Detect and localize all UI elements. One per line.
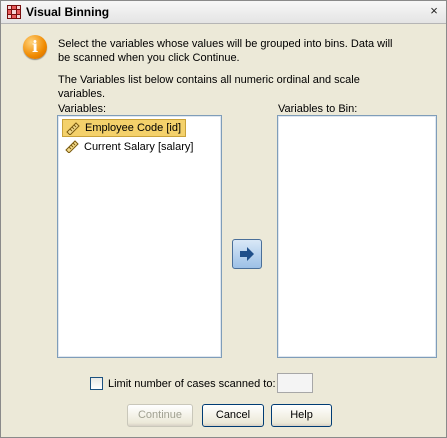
info-text-line-2: be scanned when you click Continue. bbox=[58, 52, 240, 64]
app-grid-icon bbox=[7, 5, 21, 19]
list-item-employee-code[interactable]: Employee Code [id] bbox=[62, 119, 186, 137]
limit-cases-checkbox[interactable] bbox=[90, 377, 103, 390]
variables-label: Variables: bbox=[58, 103, 107, 115]
limit-cases-label: Limit number of cases scanned to: bbox=[108, 378, 276, 390]
info-text-line-3: The Variables list below contains all nu… bbox=[58, 74, 360, 86]
info-icon: i bbox=[23, 35, 47, 59]
continue-button[interactable]: Continue bbox=[127, 404, 193, 427]
help-button[interactable]: Help bbox=[271, 404, 332, 427]
cancel-button[interactable]: Cancel bbox=[202, 404, 264, 427]
info-text-line-4: variables. bbox=[58, 88, 106, 100]
variables-listbox[interactable]: Employee Code [id] Current Salary [salar… bbox=[57, 115, 222, 358]
list-item-label: Employee Code [id] bbox=[85, 122, 181, 134]
window-title: Visual Binning bbox=[26, 5, 110, 19]
variables-to-bin-label: Variables to Bin: bbox=[278, 103, 358, 115]
title-bar: Visual Binning × bbox=[1, 1, 446, 24]
move-to-bin-button[interactable] bbox=[232, 239, 262, 269]
list-item-current-salary[interactable]: Current Salary [salary] bbox=[62, 138, 197, 156]
scale-ruler-icon bbox=[65, 140, 79, 153]
info-text-line-1: Select the variables whose values will b… bbox=[58, 38, 393, 50]
scale-ruler-icon bbox=[66, 122, 80, 135]
list-item-label: Current Salary [salary] bbox=[84, 141, 194, 153]
right-arrow-icon bbox=[240, 247, 254, 261]
limit-cases-input[interactable] bbox=[277, 373, 313, 393]
visual-binning-dialog: Visual Binning × i Select the variables … bbox=[0, 0, 447, 438]
close-icon[interactable]: × bbox=[426, 3, 442, 19]
variables-to-bin-listbox[interactable] bbox=[277, 115, 437, 358]
